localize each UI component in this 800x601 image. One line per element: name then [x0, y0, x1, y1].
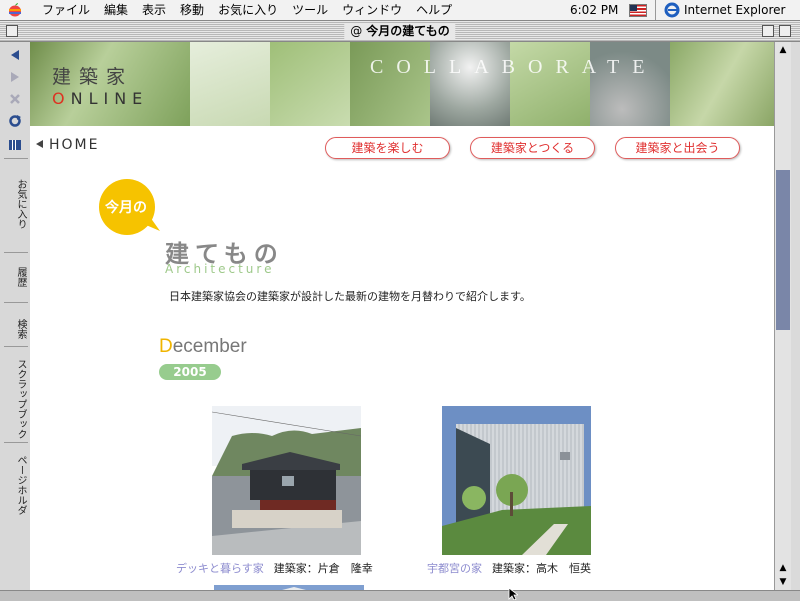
banner-tile — [350, 42, 430, 126]
forward-arrow-icon[interactable] — [8, 70, 22, 84]
scroll-down-icon[interactable]: ▼ — [777, 576, 789, 588]
menubar-divider — [655, 0, 656, 20]
month-heading: December — [159, 336, 247, 358]
menu-file[interactable]: ファイル — [42, 2, 90, 18]
scroll-up-icon[interactable]: ▲ — [777, 562, 789, 574]
back-triangle-icon — [36, 140, 43, 148]
close-box-button[interactable] — [6, 25, 18, 37]
internet-explorer-icon[interactable] — [664, 2, 680, 18]
nav-build-with-architect[interactable]: 建築家とつくる — [470, 137, 595, 159]
scroll-up-top-icon[interactable]: ▲ — [777, 44, 789, 56]
menu-favorites[interactable]: お気に入り — [218, 2, 278, 18]
mouse-pointer-icon — [508, 588, 518, 600]
home-icon[interactable] — [8, 138, 22, 152]
nav-enjoy-architecture[interactable]: 建築を楽しむ — [325, 137, 450, 159]
nav-meet-architect[interactable]: 建築家と出会う — [615, 137, 740, 159]
vertical-scrollbar[interactable]: ▲ ▲ ▼ — [774, 42, 791, 590]
application-menu[interactable]: Internet Explorer — [684, 2, 785, 18]
menu-help[interactable]: ヘルプ — [416, 2, 452, 18]
house-deck-photo — [212, 406, 361, 555]
page-content: 建築家 ONLINE COLLABORATE HOME 建築を楽しむ 建築家とつ… — [30, 42, 774, 590]
partial-photo — [214, 585, 364, 590]
banner-word: COLLABORATE — [370, 56, 658, 78]
tab-page-holder[interactable]: ページホルダ — [4, 442, 28, 527]
year-badge: 2005 — [159, 364, 221, 380]
menu-view[interactable]: 表示 — [142, 2, 166, 18]
brand-online[interactable]: ONLINE — [52, 89, 148, 108]
work-photo-2[interactable] — [442, 406, 591, 555]
keyboard-flag-icon[interactable] — [629, 4, 647, 17]
at-icon: @ — [350, 24, 363, 38]
badge-label: 今月の — [105, 200, 147, 216]
brand-online-o: O — [52, 89, 71, 108]
month-rest: ecember — [172, 336, 247, 357]
work-name-link-1[interactable]: デッキと暮らす家 — [176, 562, 264, 575]
scroll-thumb[interactable] — [776, 170, 790, 330]
brand-online-rest: NLINE — [70, 89, 149, 108]
brand-kanji[interactable]: 建築家 — [52, 62, 133, 89]
work-caption-2: 宇都宮の家 建築家：高木 恒英 — [427, 560, 591, 576]
window-title-text: 今月の建てもの — [366, 24, 450, 38]
explorer-bar: お気に入り 履歴 検索 スクラップブック ページホルダ — [0, 42, 31, 590]
tab-history[interactable]: 履歴 — [4, 252, 28, 301]
banner-tile — [270, 42, 350, 126]
menu-bar: ファイル 編集 表示 移動 お気に入り ツール ウィンドウ ヘルプ 6:02 P… — [0, 0, 800, 21]
home-label: HOME — [49, 137, 100, 153]
utsunomiya-house-photo — [442, 406, 591, 555]
zoom-box-button[interactable] — [762, 25, 774, 37]
banner-tile — [670, 42, 774, 126]
menubar-clock[interactable]: 6:02 PM — [570, 2, 618, 18]
stop-icon[interactable] — [8, 92, 22, 106]
window-title: @ 今月の建てもの — [344, 23, 456, 39]
work-name-link-2[interactable]: 宇都宮の家 — [427, 562, 482, 575]
work-caption-1: デッキと暮らす家 建築家：片倉 隆幸 — [176, 560, 373, 576]
refresh-icon[interactable] — [8, 114, 22, 128]
work-architect-1: 建築家：片倉 隆幸 — [273, 562, 373, 575]
browser-window: @ 今月の建てもの お気に入り 履歴 検索 スクラップブック ページホルダ ▲ ▲… — [0, 21, 800, 601]
back-arrow-icon[interactable] — [8, 48, 22, 62]
tab-favorites[interactable]: お気に入り — [4, 158, 28, 249]
banner-tile — [510, 42, 590, 126]
menu-go[interactable]: 移動 — [180, 2, 204, 18]
apple-menu-icon[interactable] — [8, 2, 22, 17]
work-photo-3[interactable] — [214, 582, 364, 590]
work-architect-2: 建築家：高木 恒英 — [492, 562, 591, 575]
banner-tile — [190, 42, 270, 126]
month-initial: D — [159, 336, 173, 357]
menu-window[interactable]: ウィンドウ — [342, 2, 402, 18]
work-photo-1[interactable] — [212, 406, 361, 555]
banner-tile — [590, 42, 670, 126]
menu-edit[interactable]: 編集 — [104, 2, 128, 18]
collapse-box-button[interactable] — [779, 25, 791, 37]
banner-tile — [430, 42, 510, 126]
menu-tools[interactable]: ツール — [292, 2, 328, 18]
title-bar[interactable]: @ 今月の建てもの — [0, 21, 800, 42]
status-bar — [0, 590, 800, 601]
home-link[interactable]: HOME — [36, 137, 99, 153]
intro-text: 日本建築家協会の建築家が設計した最新の建物を月替わりで紹介します。 — [169, 290, 531, 303]
page-subtitle: Architecture — [165, 262, 275, 276]
site-banner: 建築家 ONLINE COLLABORATE — [30, 42, 774, 126]
tab-scrapbook[interactable]: スクラップブック — [4, 346, 28, 451]
